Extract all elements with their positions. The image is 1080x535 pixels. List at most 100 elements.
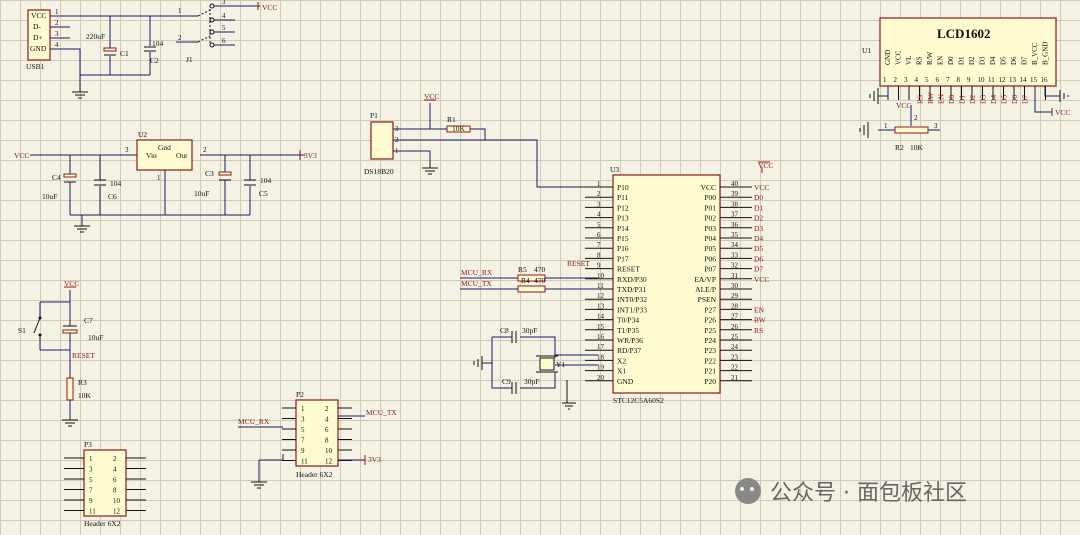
u3-right-pin: P04 — [704, 234, 716, 243]
u3-right-pin: P01 — [704, 203, 716, 212]
j1-pin: 1 — [178, 7, 182, 15]
u3-right-num: 39 — [731, 190, 739, 198]
header-pin-num: 2 — [325, 405, 329, 413]
u3-right-num: 34 — [731, 241, 739, 249]
mcu-tx-net: MCU_TX — [366, 408, 397, 417]
mcu-rx-net: MCU_RX — [238, 417, 270, 426]
u3-right-num: 25 — [731, 333, 739, 341]
watermark: 公众号 · 面包板社区 — [735, 478, 967, 506]
r3-resistor: R3 10K — [66, 377, 92, 401]
c1-capacitor: 220uF C1 — [86, 32, 129, 58]
ground-symbol — [422, 167, 438, 175]
u3-right-net: D3 — [754, 224, 763, 233]
lcd-pin-label: D1 — [958, 56, 966, 65]
u3-right-num: 32 — [731, 262, 739, 270]
p3-header: P3 Header 6X2 1 23 45 67 89 1011 12 — [64, 440, 146, 528]
j1-pin: 4 — [222, 12, 226, 20]
u3-left-num: 1 — [597, 180, 601, 188]
lcd-net-label: D1 — [958, 95, 967, 104]
u3-left-num: 2 — [597, 190, 601, 198]
u3-right-net: D6 — [754, 254, 763, 263]
lcd-pin-label: B_VCC — [1031, 42, 1039, 65]
u3-right-num: 40 — [731, 180, 739, 188]
c6-value: 104 — [110, 179, 122, 188]
u3-left-pin: P14 — [617, 224, 629, 233]
usb1-pin-label: D- — [33, 22, 41, 31]
y1-designator: Y1 — [556, 360, 565, 369]
lcd-pin-label: D5 — [1000, 56, 1008, 65]
header-pin-num: 4 — [113, 466, 117, 474]
header-pin-num: 1 — [89, 455, 93, 463]
c1-value: 220uF — [86, 32, 105, 41]
header-pin-num: 11 — [301, 458, 308, 466]
c9-value: 30pF — [524, 377, 539, 386]
s1-designator: S1 — [18, 326, 26, 335]
u3-right-pin: P27 — [704, 305, 716, 314]
usb1-pin-num: 1 — [55, 8, 59, 16]
u2-pin-num: 1 — [157, 174, 161, 182]
u3-right-num: 37 — [731, 211, 739, 219]
u3-right-net: D7 — [754, 265, 763, 274]
usb1-wires — [50, 15, 176, 90]
u3-right-net: D5 — [754, 244, 763, 253]
schematic-canvas: VCC D- D+ GND 1 2 3 4 USB1 220uF C1 104 … — [14, 0, 1070, 528]
u3-right-net: D4 — [754, 234, 763, 243]
mcu-tx-net: MCU_TX — [461, 279, 492, 288]
lcd1602-designator: U1 — [862, 46, 871, 55]
lcd-pin-label: D4 — [989, 56, 997, 65]
lcd-pin-label: R/W — [926, 51, 934, 65]
vcc-net-label: VCC — [424, 92, 439, 101]
lcd-pin-label: D2 — [968, 56, 976, 65]
u3-right-net: VCC — [754, 275, 769, 284]
r3-value: 10K — [78, 391, 92, 400]
lcd-pin-num: 2 — [894, 76, 898, 84]
header-pin-num: 9 — [301, 447, 305, 455]
u3-part: STC12C5A60S2 — [613, 396, 664, 405]
lcd-pin-label: D3 — [979, 56, 987, 65]
usb1-designator: USB1 — [26, 62, 45, 71]
r5-designator: R5 — [518, 265, 527, 274]
lcd-pin-num: 11 — [988, 76, 995, 84]
c2-capacitor: 104 C2 — [144, 39, 164, 65]
r1-value: 10K — [452, 124, 466, 133]
lcd-pin-label: D6 — [1010, 56, 1018, 65]
r2-designator: R2 — [895, 143, 904, 152]
c7-value: 10uF — [88, 333, 103, 342]
r3-designator: R3 — [78, 378, 87, 387]
header-pin-num: 6 — [325, 426, 329, 434]
u3-right-num: 35 — [731, 231, 739, 239]
c4-designator: C4 — [52, 173, 61, 182]
lcd-pin-num: 3 — [904, 76, 908, 84]
u3-left-num: 13 — [597, 302, 605, 310]
u3-right-pin: P24 — [704, 336, 716, 345]
usb1-pin-num: 3 — [55, 30, 59, 38]
reset-net-label: RESET — [72, 351, 95, 360]
lcd-pin-num: 1 — [883, 76, 887, 84]
u3-left-pin: T1/P35 — [617, 326, 639, 335]
c2-value: 104 — [152, 39, 164, 48]
lcd-pin-num: 16 — [1041, 76, 1049, 84]
u3-left-num: 11 — [597, 282, 604, 290]
u3-left-num: 17 — [597, 343, 605, 351]
ground-symbol — [62, 419, 78, 427]
lcd-pin-label: RS — [916, 56, 924, 65]
header-pin-num: 8 — [113, 487, 117, 495]
u3-right-pin: ALE/P — [695, 285, 716, 294]
r2-value: 10K — [910, 143, 924, 152]
u3-right-num: 31 — [731, 272, 739, 280]
r4-designator: R4 — [521, 276, 530, 285]
p1-part: DS18B20 — [364, 167, 394, 176]
u3-right-num: 33 — [731, 251, 739, 259]
lcd-net-label: EN — [937, 93, 946, 104]
u3-left-num: 10 — [597, 272, 605, 280]
lcd-net-label: D7 — [1021, 95, 1030, 104]
lcd-pin-num: 12 — [999, 76, 1007, 84]
header-pin-num: 1 — [301, 405, 305, 413]
r5-value: 470 — [534, 265, 546, 274]
u3-left-pin: WR/P36 — [617, 336, 643, 345]
header-pin-num: 10 — [325, 447, 333, 455]
u3-right-net: EN — [754, 305, 765, 314]
j1-switch: 1 2 3 4 5 6 J1 VCC — [176, 0, 277, 64]
header-pin-num: 12 — [325, 458, 333, 466]
u3-left-pin: T0/P34 — [617, 316, 639, 325]
